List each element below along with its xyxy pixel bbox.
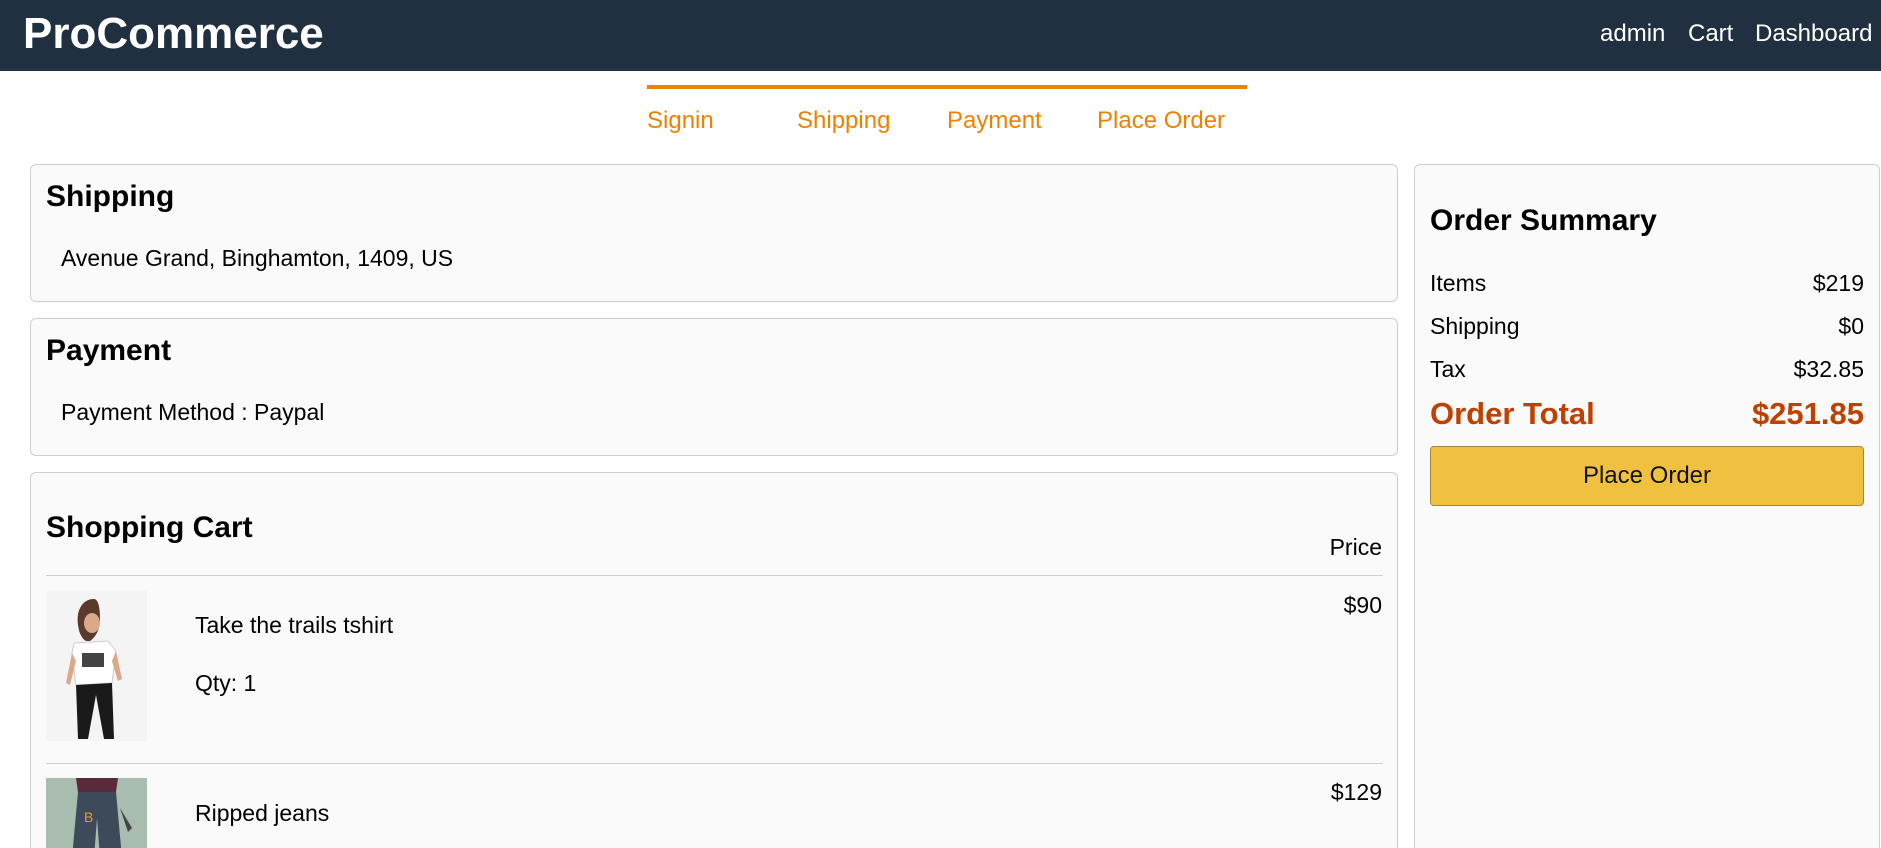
product-image-tshirt[interactable] — [46, 591, 147, 741]
divider — [46, 575, 1383, 576]
shipping-address: Avenue Grand, Binghamton, 1409, US — [61, 245, 454, 271]
summary-items-label: Items — [1430, 270, 1487, 296]
cart-item-name[interactable]: Ripped jeans — [195, 799, 329, 827]
cart-item-qty: Qty: 1 — [195, 670, 257, 696]
summary-row-items: Items $219 — [1430, 268, 1864, 298]
step-place-order: Place Order — [1097, 85, 1247, 135]
top-navbar: ProCommerce admin Cart Dashboard — [0, 0, 1881, 71]
summary-items-value: $219 — [1812, 270, 1864, 296]
checkout-steps: Signin Shipping Payment Place Order — [647, 85, 1247, 135]
shopping-cart-card: Shopping Cart Price Take the trails tshi… — [30, 472, 1398, 848]
step-shipping-label: Shipping — [797, 107, 891, 134]
price-column-header: Price — [1329, 534, 1382, 560]
brand-logo[interactable]: ProCommerce — [23, 9, 324, 59]
payment-card: Payment Payment Method : Paypal — [30, 318, 1398, 456]
tshirt-photo-icon — [46, 591, 147, 741]
order-summary-title: Order Summary — [1430, 204, 1657, 237]
summary-tax-value: $32.85 — [1793, 356, 1864, 382]
step-signin: Signin — [647, 85, 797, 135]
payment-title: Payment — [46, 334, 172, 367]
nav-link-cart[interactable]: Cart — [1688, 19, 1733, 49]
shopping-cart-title: Shopping Cart — [46, 511, 253, 544]
cart-item-price: $90 — [1343, 592, 1382, 618]
order-total-label: Order Total — [1430, 396, 1595, 431]
jeans-photo-icon: B — [46, 778, 147, 848]
step-place-order-label: Place Order — [1097, 107, 1226, 134]
step-shipping: Shipping — [797, 85, 947, 135]
summary-row-total: Order Total $251.85 — [1430, 395, 1864, 433]
shipping-card: Shipping Avenue Grand, Binghamton, 1409,… — [30, 164, 1398, 302]
summary-tax-label: Tax — [1430, 356, 1466, 382]
step-payment: Payment — [947, 85, 1097, 135]
cart-item-price: $129 — [1330, 779, 1382, 805]
place-order-button[interactable]: Place Order — [1430, 446, 1864, 506]
summary-shipping-label: Shipping — [1430, 313, 1520, 339]
order-summary-card: Order Summary Items $219 Shipping $0 Tax… — [1414, 164, 1880, 848]
summary-shipping-value: $0 — [1838, 313, 1864, 339]
step-signin-label: Signin — [647, 107, 714, 134]
nav-link-dashboard[interactable]: Dashboard — [1755, 19, 1872, 49]
cart-item-name[interactable]: Take the trails tshirt — [195, 611, 393, 639]
summary-row-shipping: Shipping $0 — [1430, 311, 1864, 341]
step-payment-label: Payment — [947, 107, 1042, 134]
nav-link-admin[interactable]: admin — [1600, 19, 1665, 49]
order-total-value: $251.85 — [1751, 396, 1864, 431]
payment-method: Payment Method : Paypal — [61, 399, 325, 425]
shipping-title: Shipping — [46, 180, 175, 213]
svg-text:B: B — [84, 809, 93, 825]
divider — [46, 763, 1383, 764]
summary-row-tax: Tax $32.85 — [1430, 354, 1864, 384]
product-image-jeans[interactable]: B — [46, 778, 147, 848]
